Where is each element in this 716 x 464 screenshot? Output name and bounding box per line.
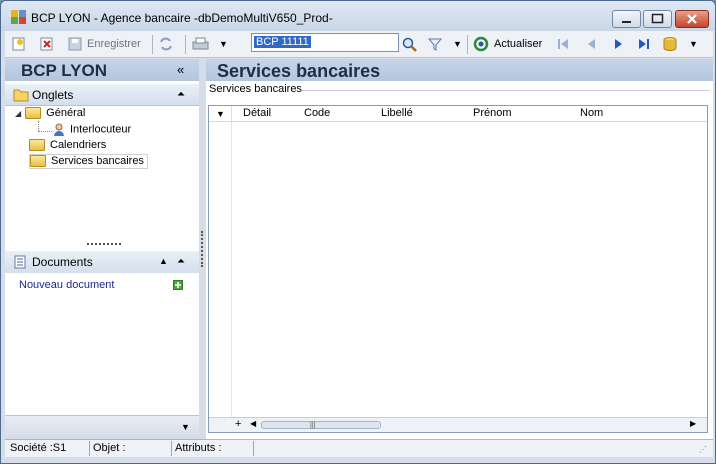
first-icon [558,39,568,49]
folder-icon [29,139,45,152]
folder-icon [13,89,29,102]
status-objet: Objet : [93,442,126,454]
splitter-grip[interactable] [87,243,121,245]
filter-icon [427,38,443,51]
chevron-down-icon: ▼ [689,39,698,49]
documents-header[interactable]: Documents ▲ ⏶ [5,251,199,273]
print-button[interactable] [191,35,211,53]
delete-icon [40,37,53,51]
open-folder-icon [30,155,46,168]
main-header: Services bancaires [206,59,713,81]
first-record-button[interactable] [555,35,571,53]
grid-footer: + ◀ ||| ▶ [209,417,707,432]
database-button[interactable] [662,35,678,53]
onglets-header[interactable]: Onglets ⏶ [5,84,199,106]
next-record-button[interactable] [611,35,627,53]
filter-button[interactable] [427,35,443,53]
person-icon [54,123,64,136]
toolbar: Enregistrer ▼ BCP 11111 ▼ Actualiser ▼ [5,31,713,58]
page-title: Services bancaires [217,61,381,81]
delete-button[interactable] [39,35,55,53]
horizontal-scrollbar[interactable]: ||| [261,421,381,429]
group-label: Services bancaires [209,83,302,95]
document-icon [14,255,26,269]
new-button[interactable] [11,35,27,53]
scroll-right-icon[interactable]: ▶ [690,419,696,428]
next-icon [615,39,622,49]
title-bar: BCP LYON - Agence bancaire -dbDemoMultiV… [1,1,715,31]
status-bar: Société :S1 Objet : Attributs : ⋰ [5,439,713,457]
app-icon [11,10,26,24]
folder-icon [25,107,42,120]
resize-grip[interactable]: ⋰ [699,445,707,454]
chevron-down-icon[interactable]: ▼ [181,422,190,432]
main-panel: Services bancaires Services bancaires ▼ … [206,59,713,439]
window-title: BCP LYON - Agence bancaire -dbDemoMultiV… [31,11,333,25]
last-icon [639,39,649,49]
close-button[interactable] [675,10,709,28]
grid-header: ▼ Détail Code Libellé Prénom Nom [209,106,707,122]
column-header-detail[interactable]: Détail [243,107,271,119]
save-button[interactable]: Enregistrer [67,35,141,53]
application-window: BCP LYON - Agence bancaire -dbDemoMultiV… [0,0,716,464]
printer-icon [192,37,209,50]
status-societe: Société :S1 [10,442,67,454]
column-header-nom[interactable]: Nom [580,107,603,119]
sync-button[interactable] [157,35,175,53]
search-input[interactable]: BCP 11111 [251,33,399,52]
previous-record-button[interactable] [583,35,599,53]
search-button[interactable] [401,35,419,53]
column-header-code[interactable]: Code [304,107,330,119]
print-dropdown-button[interactable]: ▼ [219,35,228,53]
new-document-icon [12,37,25,51]
save-icon [68,37,82,51]
filter-dropdown-button[interactable]: ▼ [453,35,462,53]
column-chooser-icon[interactable]: ▼ [216,109,225,119]
previous-icon [588,39,595,49]
status-attributs: Attributs : [175,442,222,454]
chevron-down-icon: ▼ [453,39,462,49]
caret-up-icon[interactable]: ▲ [159,256,168,266]
left-panel: BCP LYON « Onglets ⏶ ◢ Général Interlocut… [5,59,199,439]
tree-expand-icon[interactable]: ◢ [15,109,21,118]
left-panel-header: BCP LYON « [5,59,199,81]
tree-item-calendriers[interactable]: Calendriers [29,139,106,154]
column-header-prenom[interactable]: Prénom [473,107,512,119]
refresh-icon [473,36,489,52]
maximize-button[interactable] [643,10,672,28]
add-icon[interactable] [173,280,183,290]
database-dropdown-button[interactable]: ▼ [689,35,698,53]
collapse-section-icon[interactable]: ⏶ [177,89,185,100]
refresh-button[interactable]: Actualiser [473,35,542,53]
sync-icon [160,37,172,51]
chevron-down-icon: ▼ [219,39,228,49]
collapse-section-icon[interactable]: ⏶ [177,256,185,267]
vertical-splitter[interactable] [199,59,206,439]
scroll-left-icon[interactable]: ◀ [250,419,256,428]
search-icon [402,37,417,52]
data-grid[interactable]: ▼ Détail Code Libellé Prénom Nom + ◀ |||… [208,105,708,433]
new-document-link[interactable]: Nouveau document [19,279,114,291]
minimize-button[interactable] [612,10,641,28]
database-icon [663,37,677,51]
collapse-panel-button[interactable]: « [177,62,184,77]
last-record-button[interactable] [636,35,652,53]
tree-item-services-bancaires[interactable]: Services bancaires [29,154,148,169]
tree-item-general[interactable]: ◢ Général [15,107,85,122]
tree-item-interlocuteur[interactable]: Interlocuteur [53,123,131,138]
add-row-button[interactable]: + [235,418,241,430]
column-header-libelle[interactable]: Libellé [381,107,413,119]
left-panel-footer: ▼ [5,415,199,439]
